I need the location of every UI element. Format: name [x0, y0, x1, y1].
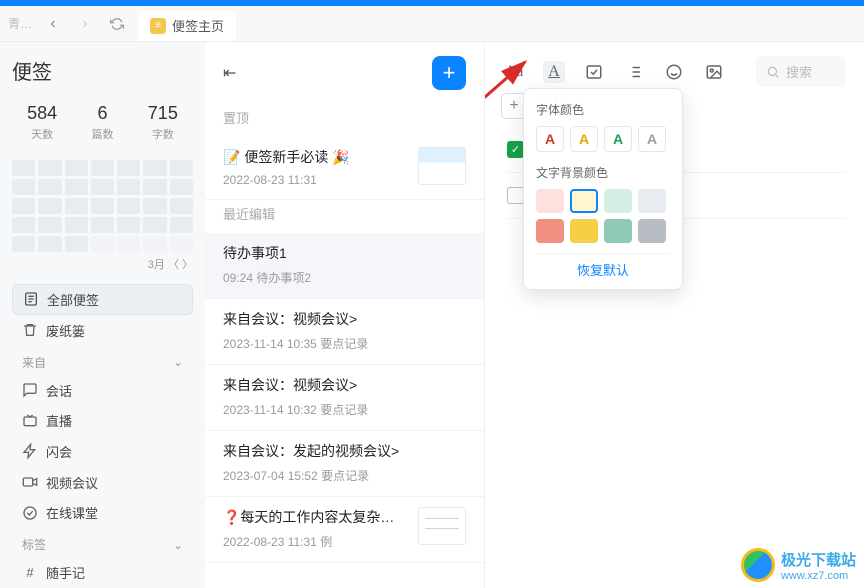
sidebar-item-video[interactable]: 视频会议 — [12, 467, 193, 498]
list-section-pinned: 置顶 — [205, 104, 484, 137]
tab-overflow-indicator: 青… — [8, 15, 32, 32]
note-item[interactable]: ❓每天的工作内容太复杂…2022-08-23 11:31 例 — [205, 497, 484, 563]
video-icon — [22, 474, 38, 490]
emoji-icon[interactable] — [663, 61, 685, 83]
stats-row: 584天数 6篇数 715字数 — [12, 103, 193, 142]
hash-icon: # — [22, 565, 38, 581]
sidebar-item-label: 废纸篓 — [46, 321, 85, 340]
bg-color-swatch[interactable] — [536, 189, 564, 213]
note-icon — [23, 291, 39, 307]
note-item[interactable]: 来自会议：发起的视频会议>2023-07-04 15:52 要点记录 — [205, 431, 484, 497]
watermark: 极光下载站www.xz7.com — [741, 548, 856, 582]
sidebar-item-trash[interactable]: 废纸篓 — [12, 315, 193, 346]
sidebar-item-flash[interactable]: 闪会 — [12, 436, 193, 467]
watermark-logo-icon — [741, 548, 775, 582]
chat-icon — [22, 382, 38, 398]
chevron-down-icon: ⌄ — [173, 538, 183, 552]
bg-color-swatch[interactable] — [604, 219, 632, 243]
note-item[interactable]: 待办事项109:24 待办事项2 — [205, 233, 484, 299]
sidebar-section-tags[interactable]: 标签⌄ — [12, 528, 193, 557]
font-color-swatch[interactable]: A — [638, 126, 666, 152]
text-color-popover: 字体颜色 AAAA 文字背景颜色 恢复默认 — [523, 88, 683, 290]
search-icon — [766, 65, 780, 79]
bg-color-swatch[interactable] — [604, 189, 632, 213]
tab-app-icon: ≡ — [150, 18, 166, 34]
bg-color-swatch[interactable] — [638, 219, 666, 243]
collapse-icon[interactable]: ⇤ — [223, 63, 236, 83]
editor-pane: Aa A 搜索 + ✓ 待办事项1 待办事项2 字体颜色 A — [485, 42, 864, 588]
refresh-icon[interactable] — [106, 13, 128, 35]
tab-notes-home[interactable]: ≡ 便签主页 — [138, 11, 236, 41]
sidebar-item-all-notes[interactable]: 全部便签 — [12, 284, 193, 315]
font-color-swatch[interactable]: A — [570, 126, 598, 152]
note-thumbnail — [418, 507, 466, 545]
tab-label: 便签主页 — [172, 16, 224, 35]
sidebar-title: 便签 — [12, 56, 193, 85]
trash-icon — [22, 322, 38, 338]
text-color-icon[interactable]: A — [543, 61, 565, 83]
list-icon[interactable] — [623, 61, 645, 83]
bg-color-swatch[interactable] — [570, 189, 598, 213]
sidebar-item-chat[interactable]: 会话 — [12, 375, 193, 406]
window-tabbar: 青… ‹ › ≡ 便签主页 — [0, 6, 864, 42]
note-thumbnail — [418, 147, 466, 185]
add-note-button[interactable]: + — [432, 56, 466, 90]
calendar-heatmap[interactable] — [12, 160, 193, 252]
note-item[interactable]: 来自会议：视频会议>2023-11-14 10:35 要点记录 — [205, 299, 484, 365]
checklist-icon[interactable] — [583, 61, 605, 83]
bolt-icon — [22, 443, 38, 459]
sidebar-item-live[interactable]: 直播 — [12, 405, 193, 436]
note-item[interactable]: 来自会议：视频会议>2023-11-14 10:32 要点记录 — [205, 365, 484, 431]
sidebar-section-from[interactable]: 来自⌄ — [12, 346, 193, 375]
checkbox-icon[interactable] — [507, 187, 524, 204]
bg-color-swatch[interactable] — [570, 219, 598, 243]
reset-default-button[interactable]: 恢复默认 — [536, 253, 670, 279]
sidebar-item-label: 全部便签 — [47, 290, 99, 309]
font-color-label: 字体颜色 — [536, 101, 670, 118]
sidebar-tag-quicknote[interactable]: #随手记 — [12, 557, 193, 588]
list-section-recent: 最近编辑 — [205, 200, 484, 233]
editor-toolbar: Aa A 搜索 — [503, 56, 846, 87]
checkbox-icon[interactable]: ✓ — [507, 141, 524, 158]
live-icon — [22, 413, 38, 429]
font-color-swatch[interactable]: A — [536, 126, 564, 152]
class-icon — [22, 505, 38, 521]
bg-color-swatch[interactable] — [536, 219, 564, 243]
nav-fwd-icon[interactable]: › — [74, 13, 96, 35]
sidebar-item-class[interactable]: 在线课堂 — [12, 498, 193, 529]
note-list-pane: ⇤ + 置顶 📝 便签新手必读 🎉2022-08-23 11:31 最近编辑 待… — [205, 42, 485, 588]
note-item[interactable]: 📝 便签新手必读 🎉2022-08-23 11:31 — [205, 137, 484, 200]
image-icon[interactable] — [703, 61, 725, 83]
search-input[interactable]: 搜索 — [756, 56, 846, 87]
sidebar: 便签 584天数 6篇数 715字数 3月 〈 〉 全部便签 废纸篓 来自⌄ 会… — [0, 42, 205, 588]
font-color-swatch[interactable]: A — [604, 126, 632, 152]
font-size-icon[interactable]: Aa — [503, 61, 525, 83]
chevron-down-icon: ⌄ — [173, 355, 183, 369]
nav-back-icon[interactable]: ‹ — [42, 13, 64, 35]
bg-color-label: 文字背景颜色 — [536, 164, 670, 181]
bg-color-swatch[interactable] — [638, 189, 666, 213]
calendar-month-nav[interactable]: 3月 〈 〉 — [12, 256, 193, 272]
